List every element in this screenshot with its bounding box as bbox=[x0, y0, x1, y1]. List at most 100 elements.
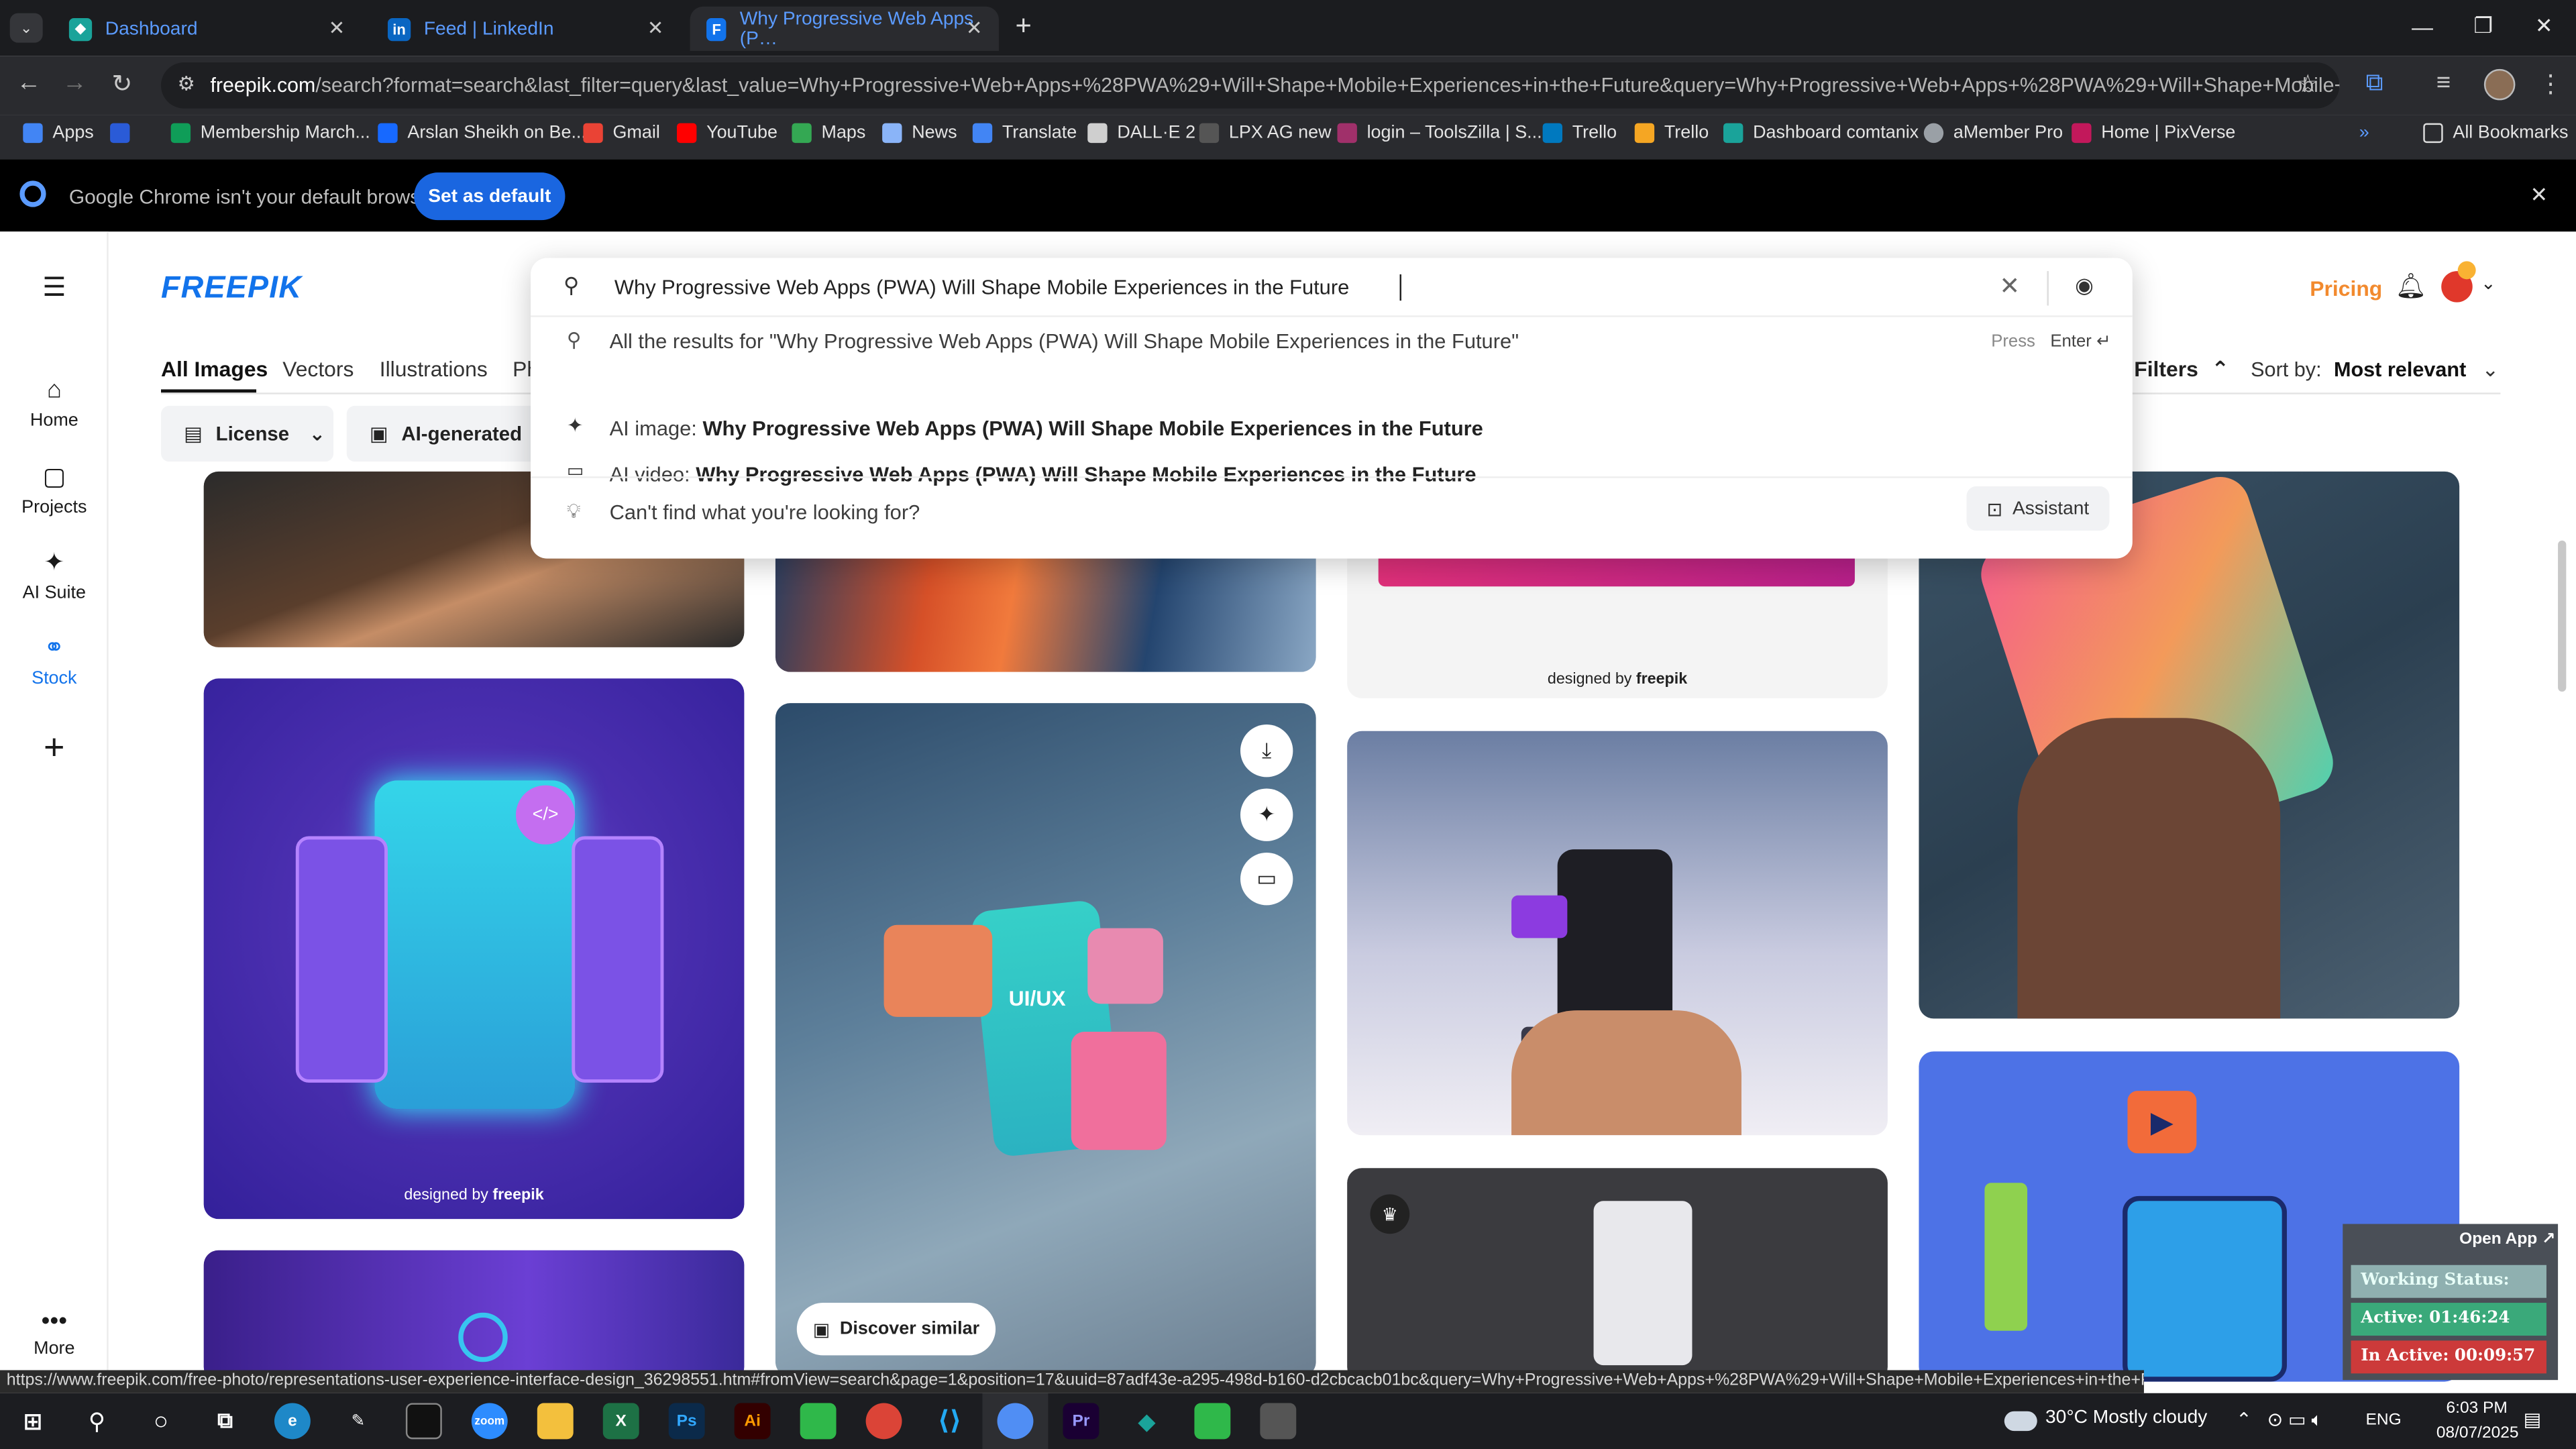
bookmark-grid[interactable] bbox=[110, 123, 140, 144]
image-card-hands-phone-apps[interactable]: ⚙ bbox=[1347, 731, 1888, 1136]
bookmark-pixverse[interactable]: Home | PixVerse bbox=[2072, 123, 2235, 144]
file-explorer-icon[interactable] bbox=[537, 1403, 574, 1440]
calculator-icon[interactable] bbox=[1260, 1403, 1297, 1440]
extension-icon[interactable]: ⧉ bbox=[2366, 69, 2383, 97]
clock-date[interactable]: 08/07/2025 bbox=[2436, 1424, 2519, 1442]
sort-dropdown[interactable]: Sort by: Most relevant ⌄ bbox=[2251, 356, 2499, 381]
bookmark-translate[interactable]: Translate bbox=[972, 123, 1077, 144]
nav-home[interactable]: ⌂ Home bbox=[0, 376, 109, 431]
save-to-collection-button[interactable]: ▭ bbox=[1240, 853, 1293, 906]
vscode-icon[interactable]: ⟨⟩ bbox=[932, 1403, 968, 1439]
task-view-icon[interactable]: ⧉ bbox=[207, 1403, 244, 1439]
tab-illustrations[interactable]: Illustrations bbox=[380, 356, 488, 381]
close-tab-icon[interactable]: ✕ bbox=[966, 16, 983, 39]
site-info-icon[interactable]: ⚙ bbox=[177, 72, 195, 95]
close-infobar-icon[interactable]: ✕ bbox=[2530, 182, 2548, 209]
bookmark-trello-2[interactable]: Trello bbox=[1634, 123, 1709, 144]
reload-icon[interactable]: ↻ bbox=[112, 69, 133, 99]
new-tab-button[interactable]: + bbox=[1015, 10, 1031, 43]
notification-icon[interactable]: ▤ bbox=[2524, 1408, 2542, 1431]
page-scrollbar[interactable] bbox=[2558, 540, 2567, 692]
reading-list-icon[interactable]: ≡ bbox=[2436, 69, 2451, 97]
suggestion-ai-video[interactable]: ▭ AI video: Why Progressive Web Apps (PW… bbox=[531, 453, 2133, 493]
filters-toggle[interactable]: Filters ⌃ bbox=[2134, 356, 2229, 382]
premiere-icon[interactable]: Pr bbox=[1063, 1403, 1099, 1440]
suggestion-ai-image[interactable]: ✦ AI image: Why Progressive Web Apps (PW… bbox=[531, 407, 2133, 447]
tab-search-button[interactable]: ⌄ bbox=[9, 13, 43, 43]
illustrator-icon[interactable]: Ai bbox=[734, 1403, 771, 1440]
tab-all-images[interactable]: All Images bbox=[161, 356, 268, 381]
bookmark-trello-1[interactable]: Trello bbox=[1542, 123, 1617, 144]
open-app-link[interactable]: Open App ↗ bbox=[2459, 1230, 2555, 1248]
bookmark-dalle[interactable]: DALL·E 2 bbox=[1087, 123, 1195, 144]
clock-time[interactable]: 6:03 PM bbox=[2447, 1400, 2508, 1418]
close-tab-icon[interactable]: ✕ bbox=[329, 16, 345, 39]
bookmark-youtube[interactable]: YouTube bbox=[676, 123, 777, 144]
address-bar[interactable]: ⚙ freepik.com/search?format=search&last_… bbox=[161, 62, 2340, 109]
search-icon[interactable]: ⚲ bbox=[79, 1403, 115, 1439]
download-button[interactable]: ⤓ bbox=[1240, 724, 1293, 777]
app-diamond-icon[interactable]: ◆ bbox=[1128, 1403, 1165, 1439]
image-card-dark-isometric[interactable]: ♛ bbox=[1347, 1168, 1888, 1382]
bookmark-all[interactable]: All Bookmarks bbox=[2423, 123, 2569, 144]
image-card-wifi-illustration[interactable] bbox=[203, 1250, 745, 1382]
bookmark-arslan[interactable]: Arslan Sheikh on Be... bbox=[378, 123, 586, 144]
close-tab-icon[interactable]: ✕ bbox=[647, 16, 664, 39]
bookmark-gmail[interactable]: Gmail bbox=[583, 123, 660, 144]
bookmark-lpx[interactable]: LPX AG new bbox=[1199, 123, 1332, 144]
clear-search-icon[interactable]: ✕ bbox=[1999, 271, 2020, 301]
image-card-ui-ux-phone[interactable]: UI/UX ⤓ ✦ ▭ ▣ Discover similar bbox=[775, 703, 1316, 1377]
zoom-icon[interactable]: zoom bbox=[471, 1403, 508, 1440]
tab-dashboard[interactable]: ◆ Dashboard ✕ bbox=[52, 7, 361, 51]
menu-icon[interactable]: ☰ bbox=[0, 271, 109, 304]
add-icon[interactable]: + bbox=[0, 726, 109, 769]
close-window-button[interactable]: ✕ bbox=[2514, 0, 2575, 52]
ai-generated-filter[interactable]: ▣ AI-generated bbox=[346, 405, 544, 462]
image-card-isometric-phones[interactable]: </> designed by freepik bbox=[203, 678, 745, 1220]
forward-icon[interactable]: → bbox=[62, 69, 87, 97]
discover-similar-button[interactable]: ▣ Discover similar bbox=[796, 1303, 996, 1356]
chrome-icon[interactable] bbox=[865, 1403, 902, 1440]
nav-more[interactable]: ••• More bbox=[0, 1307, 109, 1358]
excel-icon[interactable]: X bbox=[602, 1403, 639, 1440]
bookmarks-overflow-icon[interactable]: » bbox=[2359, 123, 2369, 143]
tab-freepik[interactable]: F Why Progressive Web Apps (P… ✕ bbox=[690, 6, 999, 51]
back-icon[interactable]: ← bbox=[16, 69, 41, 97]
pen-icon[interactable]: ✎ bbox=[340, 1403, 376, 1439]
bookmark-toolszilla[interactable]: login – ToolsZilla | S... bbox=[1337, 123, 1542, 144]
bookmark-star-icon[interactable]: ☆ bbox=[2297, 69, 2319, 99]
restore-button[interactable]: ❐ bbox=[2453, 0, 2514, 52]
pricing-link[interactable]: Pricing bbox=[2310, 276, 2382, 301]
bookmark-maps[interactable]: Maps bbox=[792, 123, 865, 144]
suggestion-all-results[interactable]: ⚲ All the results for "Why Progressive W… bbox=[531, 321, 2133, 365]
windows-start-icon[interactable]: ⊞ bbox=[15, 1403, 51, 1439]
camera-search-icon[interactable]: ◉ bbox=[2075, 273, 2094, 299]
search-input[interactable]: Why Progressive Web Apps (PWA) Will Shap… bbox=[614, 276, 1349, 299]
bookmark-dashboard-comtanix[interactable]: Dashboard comtanix bbox=[1723, 123, 1919, 144]
chrome-menu-icon[interactable]: ⋮ bbox=[2538, 69, 2563, 99]
set-as-default-button[interactable]: Set as default bbox=[414, 172, 566, 221]
freepik-logo[interactable]: FREEPIK bbox=[161, 271, 302, 307]
bookmark-news[interactable]: News bbox=[882, 123, 957, 144]
tab-linkedin[interactable]: in Feed | LinkedIn ✕ bbox=[371, 7, 680, 51]
bookmark-apps[interactable]: Apps bbox=[23, 123, 94, 144]
tray-icons[interactable]: ⊙ ▭ 🔈︎ bbox=[2267, 1408, 2323, 1433]
green-app-icon[interactable] bbox=[1194, 1403, 1231, 1440]
language-indicator[interactable]: ENG bbox=[2366, 1411, 2402, 1430]
license-filter[interactable]: ▤ License ⌄ bbox=[161, 405, 334, 462]
green-app-icon[interactable] bbox=[800, 1403, 837, 1440]
minimize-button[interactable]: — bbox=[2392, 0, 2453, 52]
edge-icon[interactable]: e bbox=[274, 1403, 311, 1440]
tab-vectors[interactable]: Vectors bbox=[282, 356, 354, 381]
assistant-button[interactable]: ⊡ Assistant bbox=[1966, 486, 2110, 531]
cortana-icon[interactable]: ○ bbox=[143, 1403, 179, 1439]
bell-icon[interactable]: 🔔︎ bbox=[2396, 271, 2427, 301]
ai-edit-button[interactable]: ✦ bbox=[1240, 788, 1293, 841]
photoshop-icon[interactable]: Ps bbox=[668, 1403, 705, 1440]
nav-projects[interactable]: ▢ Projects bbox=[0, 462, 109, 518]
tray-chevron-icon[interactable]: ⌃ bbox=[2236, 1408, 2252, 1431]
bookmark-membership[interactable]: Membership March... bbox=[170, 123, 370, 144]
nav-ai-suite[interactable]: ✦ AI Suite bbox=[0, 547, 109, 603]
chevron-down-icon[interactable]: ⌄ bbox=[2481, 273, 2496, 294]
terminal-icon[interactable] bbox=[405, 1403, 442, 1440]
